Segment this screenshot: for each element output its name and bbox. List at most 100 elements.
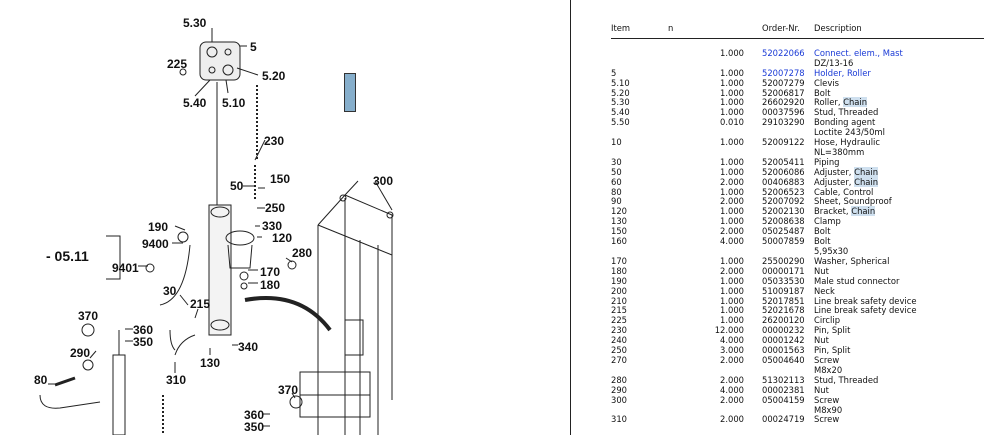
table-row[interactable]: 270 2.000 05004640 Screw: [611, 354, 984, 366]
description-cell-text: Screw: [814, 354, 840, 365]
description-cell-text: Adjuster,: [814, 166, 855, 177]
description-cell-text: Adjuster,: [814, 176, 855, 187]
callout-130: 130: [200, 356, 221, 370]
item-cell-text: 80: [611, 186, 622, 197]
description-cell-text: Stud, Threaded: [814, 374, 879, 385]
order-number-cell[interactable]: 52022066: [762, 48, 814, 59]
callout-9401: 9401: [112, 261, 139, 275]
quantity-cell: 1.000: [668, 48, 762, 59]
callout-350: 350: [133, 335, 154, 349]
quantity-cell-text: 1.000: [720, 315, 744, 326]
order-number-cell-text: 00000232: [762, 325, 805, 336]
quantity-cell: [668, 406, 762, 416]
item-cell-text: 240: [611, 335, 627, 346]
exploded-diagram-pane: 5.30 5 225 5.20 5.40 5.10 230 50 150 300…: [0, 0, 570, 435]
quantity-cell: 1.000: [668, 97, 762, 108]
description-cell: Bolt: [814, 226, 984, 237]
table-row[interactable]: 10 1.000 52009122 Hose, Hydraulic: [611, 137, 984, 148]
item-cell: 270: [611, 355, 668, 366]
description-cell-text: Hose, Hydraulic: [814, 137, 880, 148]
quantity-cell: 2.000: [668, 414, 762, 425]
quantity-cell: 1.000: [668, 137, 762, 148]
quantity-cell-text: 1.000: [720, 206, 744, 217]
quantity-cell: 2.000: [668, 395, 762, 406]
order-number-cell-text: 52021678: [762, 305, 805, 316]
callout-350-b: 350: [244, 420, 265, 434]
description-cell-text: M8x20: [814, 364, 843, 375]
description-cell-text: Stud, Threaded: [814, 107, 879, 118]
quantity-cell: 1.000: [668, 107, 762, 118]
description-cell[interactable]: Holder, Roller: [814, 68, 984, 79]
order-number-cell-text: 50007859: [762, 236, 805, 247]
quantity-cell-text: 1.000: [720, 77, 744, 88]
item-cell-text: 170: [611, 255, 627, 266]
table-row[interactable]: 310 2.000 00024719 Screw: [611, 414, 984, 425]
callout-30: 30: [163, 284, 177, 298]
callout-9400: 9400: [142, 237, 169, 251]
parts-list-pane: Item n Order-Nr. Description 1.000 520220…: [571, 0, 1000, 435]
order-number-cell-text: 05025487: [762, 226, 805, 237]
order-number-cell-text: 00001563: [762, 345, 805, 356]
callout-50: 50: [230, 179, 244, 193]
order-number-cell-text: 52006523: [762, 186, 805, 197]
item-cell: 10: [611, 137, 668, 148]
quantity-cell: 4.000: [668, 236, 762, 247]
quantity-cell: 1.000: [668, 166, 762, 178]
quantity-cell: [668, 59, 762, 69]
order-number-cell-text: 52006086: [762, 166, 805, 177]
quantity-cell: 1.000: [668, 286, 762, 297]
quantity-cell-text: 1.000: [720, 166, 744, 177]
parts-table-body: 1.000 52022066 Connect. elem., Mast DZ/13-1…: [611, 39, 984, 426]
quantity-cell-text: 4.000: [720, 384, 744, 395]
order-number-cell-text: 00024719: [762, 414, 805, 425]
description-cell-text: M8x90: [814, 404, 843, 415]
description-cell-text: Pin, Split: [814, 325, 851, 336]
table-row[interactable]: 300 2.000 05004159 Screw: [611, 394, 984, 406]
table-row[interactable]: 160 4.000 50007859 Bolt: [611, 236, 984, 247]
order-number-cell-text: 26602920: [762, 97, 805, 108]
callout-120: 120: [272, 231, 293, 245]
item-cell-text: 225: [611, 315, 627, 326]
item-cell-text: 5: [611, 67, 617, 78]
quantity-cell: 4.000: [668, 384, 762, 396]
callout-5-40: 5.40: [183, 96, 207, 110]
item-cell-text: 300: [611, 394, 627, 405]
item-cell: [611, 59, 668, 69]
table-row[interactable]: 1.000 52022066 Connect. elem., Mast: [611, 48, 984, 59]
order-number-cell-text: 52006817: [762, 87, 805, 98]
table-header-row: Item n Order-Nr. Description: [611, 18, 984, 39]
quantity-cell: 2.000: [668, 197, 762, 207]
quantity-cell-text: 2.000: [720, 176, 744, 187]
description-cell: NL=380mm: [814, 147, 984, 158]
quantity-cell-text: 1.000: [720, 255, 744, 266]
quantity-cell: 2.000: [668, 265, 762, 277]
description-cell-text: Screw: [814, 414, 840, 425]
quantity-cell: 1.000: [668, 68, 762, 79]
description-cell: Clevis: [814, 78, 984, 89]
description-cell-text: Washer, Spherical: [814, 255, 890, 266]
item-cell-text: 5.30: [611, 97, 630, 108]
description-cell-text: Nut: [814, 384, 829, 395]
quantity-cell: 1.000: [668, 187, 762, 198]
header-order-nr: Order-Nr.: [762, 23, 800, 33]
description-cell-text: Line break safety device: [814, 305, 917, 316]
callout-370: 370: [78, 309, 99, 323]
description-cell-text: Nut: [814, 335, 829, 346]
quantity-cell-text: 12.000: [714, 325, 744, 336]
order-number-cell-text: 52017851: [762, 295, 805, 306]
description-cell: Screw: [814, 414, 984, 425]
description-cell-text: Male stud connector: [814, 275, 900, 286]
quantity-cell: [668, 128, 762, 138]
description-cell-text: Roller,: [814, 97, 844, 108]
description-cell: Washer, Spherical: [814, 255, 984, 267]
order-number-cell-text: 25500290: [762, 255, 805, 266]
order-number-cell-text: 52008638: [762, 216, 805, 227]
quantity-cell-text: 2.000: [720, 196, 744, 207]
description-cell-text: Bolt: [814, 236, 831, 247]
quantity-cell-text: 2.000: [720, 265, 744, 276]
quantity-cell: 2.000: [668, 226, 762, 237]
description-cell: Nut: [814, 384, 984, 396]
order-number-cell-text: 00001242: [762, 335, 805, 346]
item-cell-text: 180: [611, 265, 627, 276]
table-row[interactable]: 5.50 0.010 29103290 Bonding agent: [611, 117, 984, 128]
